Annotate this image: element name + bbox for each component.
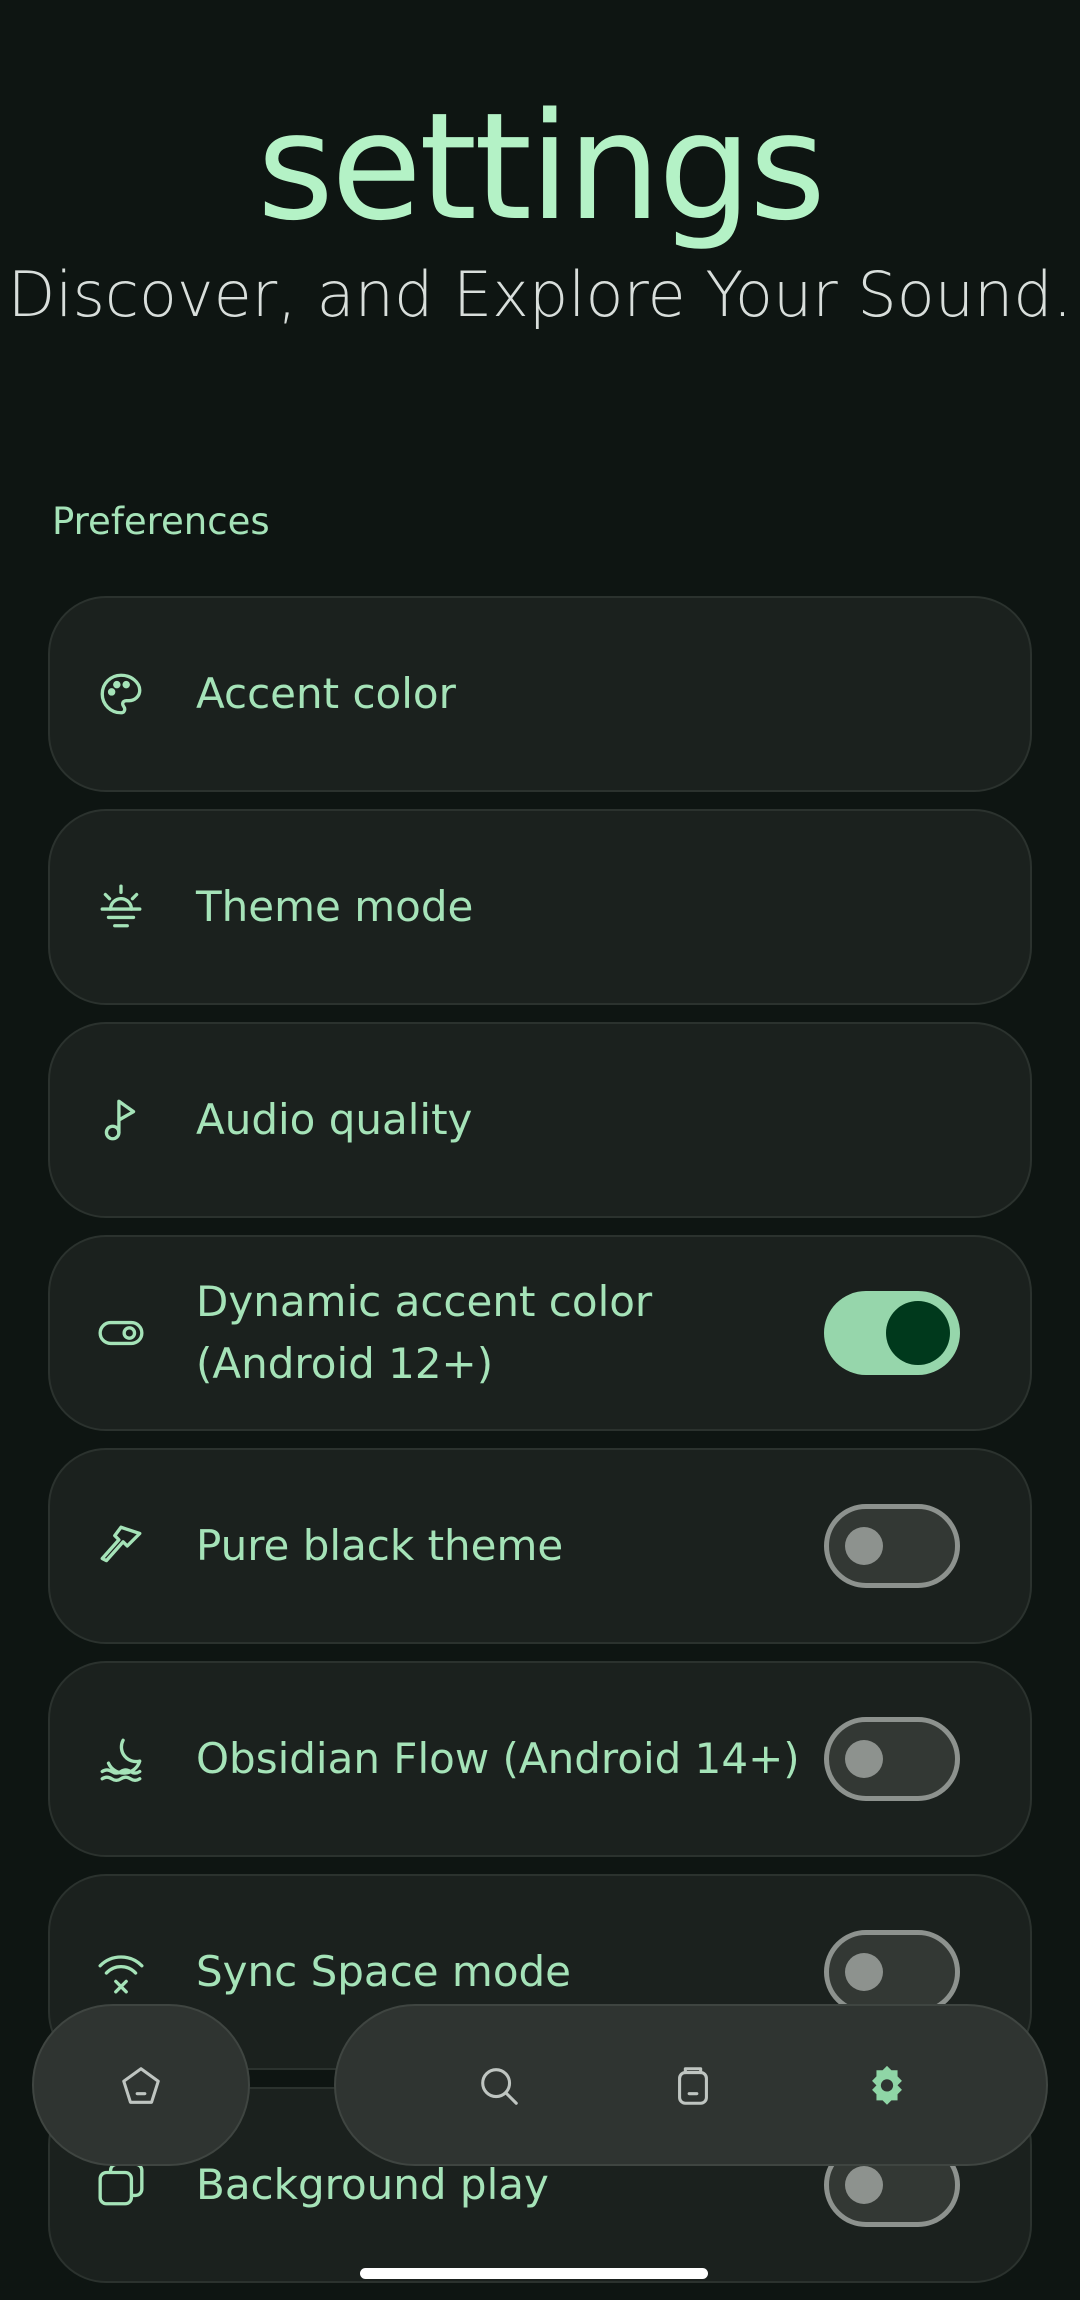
sync-space-toggle[interactable]	[824, 1930, 960, 2014]
obsidian-flow-toggle[interactable]	[824, 1717, 960, 1801]
sunrise-icon	[96, 882, 146, 932]
toggle-knob	[845, 1740, 883, 1778]
toggle-knob	[845, 1953, 883, 1991]
palette-icon	[96, 669, 146, 719]
section-title-preferences: Preferences	[52, 500, 270, 543]
brush-icon	[96, 1521, 146, 1571]
pure-black-toggle[interactable]	[824, 1504, 960, 1588]
setting-pure-black-theme[interactable]: Pure black theme	[48, 1448, 1032, 1644]
setting-accent-color[interactable]: Accent color	[48, 596, 1032, 792]
music-note-icon	[96, 1095, 146, 1145]
toggle-knob	[886, 1301, 950, 1365]
moon-waves-icon	[96, 1734, 146, 1784]
page-subtitle: Discover, and Explore Your Sound.	[7, 258, 1073, 331]
setting-obsidian-flow[interactable]: Obsidian Flow (Android 14+)	[48, 1661, 1032, 1857]
dynamic-accent-toggle[interactable]	[824, 1291, 960, 1375]
setting-theme-mode[interactable]: Theme mode	[48, 809, 1032, 1005]
toggle-knob	[845, 1527, 883, 1565]
settings-gear-icon[interactable]	[864, 2063, 910, 2109]
library-icon[interactable]	[670, 2063, 716, 2109]
bottom-navigation	[334, 2004, 1048, 2166]
layers-icon	[96, 2160, 146, 2210]
setting-label: Sync Space mode	[196, 1947, 572, 1996]
setting-label: Theme mode	[196, 882, 474, 931]
setting-label: Dynamic accent color (Android 12+)	[196, 1277, 653, 1388]
setting-label: Audio quality	[196, 1095, 473, 1144]
page-title: settings	[256, 81, 826, 253]
nav-home-button[interactable]	[32, 2004, 250, 2166]
home-pentagon-icon	[118, 2063, 164, 2109]
setting-label: Accent color	[196, 669, 456, 718]
toggle-knob	[845, 2166, 883, 2204]
setting-label: Obsidian Flow (Android 14+)	[196, 1734, 800, 1783]
gesture-handle	[360, 2268, 708, 2279]
setting-dynamic-accent-color[interactable]: Dynamic accent color (Android 12+)	[48, 1235, 1032, 1431]
wifi-off-icon	[96, 1947, 146, 1997]
setting-label: Pure black theme	[196, 1521, 564, 1570]
setting-audio-quality[interactable]: Audio quality	[48, 1022, 1032, 1218]
toggle-icon	[96, 1308, 146, 1358]
search-icon[interactable]	[476, 2063, 522, 2109]
